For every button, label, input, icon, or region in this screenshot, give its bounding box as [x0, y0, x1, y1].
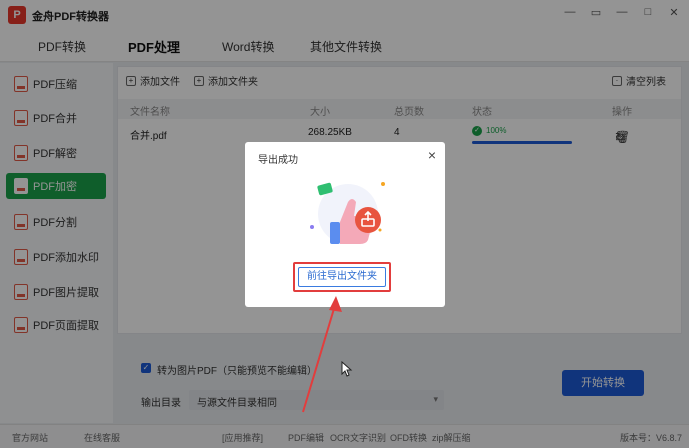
annotation-arrow	[302, 296, 342, 413]
mouse-cursor-icon	[341, 361, 353, 377]
